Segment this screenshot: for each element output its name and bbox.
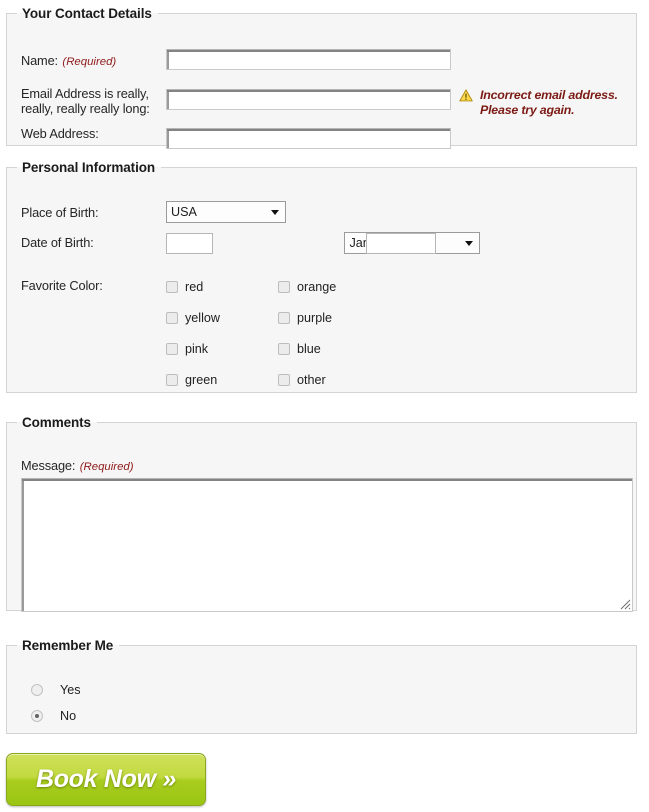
label-message: Message: [21,458,76,473]
section-personal-information: Personal Information Place of Birth: USA… [6,160,637,393]
warning-triangle-icon [459,89,473,102]
checkbox-label-orange: orange [297,280,337,294]
label-favorite-color: Favorite Color: [21,278,103,294]
radio-item-no[interactable]: No [31,709,76,723]
checkbox-item-orange[interactable]: orange [278,280,336,294]
label-date-of-birth: Date of Birth: [21,235,94,251]
checkbox-item-blue[interactable]: blue [278,342,321,356]
email-error-line2: Please try again. [480,103,575,117]
label-email-address-text: Email Address is really, really, really … [21,86,150,116]
email-error-line1: Incorrect email address. [480,88,618,102]
email-error-message: Incorrect email address. Please try agai… [459,88,644,118]
label-web-address: Web Address: [21,126,99,141]
input-web-address[interactable] [166,128,451,149]
label-name-required: (Required) [62,56,117,68]
input-name[interactable] [166,49,451,70]
checkbox-label-purple: purple [297,311,333,325]
book-now-button[interactable]: Book Now » [6,753,206,806]
field-row-web-address: Web Address: [21,125,99,143]
select-place-of-birth-wrapper: USA [166,201,286,223]
form-page: Your Contact Details Name: (Required) Em… [0,0,649,812]
checkbox-label-other: other [297,373,326,387]
checkbox-green[interactable] [166,374,178,386]
section-comments: Comments Message: (Required) [6,415,637,612]
radio-yes[interactable] [31,684,43,696]
checkbox-blue[interactable] [278,343,290,355]
checkbox-label-yellow: yellow [185,311,220,325]
checkbox-orange[interactable] [278,281,290,293]
radio-label-no: No [60,709,77,723]
checkbox-label-red: red [185,280,204,294]
legend-personal-information: Personal Information [22,160,156,175]
label-email-address: Email Address is really, really, really … [21,86,161,116]
checkbox-item-yellow[interactable]: yellow [166,311,220,325]
checkbox-label-pink: pink [185,342,209,356]
select-place-of-birth[interactable]: USA [166,201,286,223]
checkbox-pink[interactable] [166,343,178,355]
checkbox-item-red[interactable]: red [166,280,203,294]
input-birth-day[interactable] [166,233,213,254]
checkbox-item-purple[interactable]: purple [278,311,332,325]
checkbox-item-pink[interactable]: pink [166,342,208,356]
label-message-row: Message: (Required) [21,457,134,475]
textarea-message[interactable] [21,478,633,612]
checkbox-red[interactable] [166,281,178,293]
checkbox-label-blue: blue [297,342,321,356]
field-row-name: Name: (Required) [21,52,116,70]
checkbox-yellow[interactable] [166,312,178,324]
radio-item-yes[interactable]: Yes [31,683,81,697]
label-place-of-birth: Place of Birth: [21,205,99,221]
input-email-address[interactable] [166,89,451,110]
radio-no[interactable] [31,710,43,722]
section-remember-me: Remember Me Yes No [6,638,637,734]
label-message-required: (Required) [79,461,134,473]
legend-comments: Comments [22,415,91,430]
checkbox-other[interactable] [278,374,290,386]
section-contact-details: Your Contact Details Name: (Required) Em… [6,6,637,149]
radio-label-yes: Yes [60,683,81,697]
label-date-of-birth-text: Date of Birth: [21,235,94,250]
checkbox-label-green: green [185,373,218,387]
label-favorite-color-text: Favorite Color: [21,278,103,293]
input-birth-year[interactable] [366,233,436,254]
label-name: Name: [21,53,58,68]
checkbox-item-green[interactable]: green [166,373,217,387]
checkbox-item-other[interactable]: other [278,373,326,387]
checkbox-purple[interactable] [278,312,290,324]
legend-contact-details: Your Contact Details [22,6,152,21]
label-place-of-birth-text: Place of Birth: [21,205,99,220]
legend-remember-me: Remember Me [22,638,114,653]
